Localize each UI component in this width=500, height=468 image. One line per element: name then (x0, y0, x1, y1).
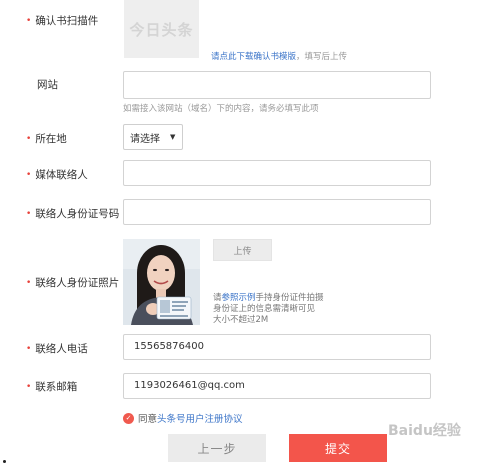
user-agreement-link[interactable]: 头条号用户注册协议 (157, 414, 243, 425)
prev-step-button[interactable]: 上一步 (168, 434, 266, 462)
location-select-value: 请选择 (130, 133, 160, 145)
label-contact-id-number: • 联络人身份证号码 (26, 208, 120, 220)
required-mark: • (26, 278, 32, 288)
label-media-contact: • 媒体联络人 (26, 169, 88, 181)
required-mark: • (26, 16, 32, 26)
media-contact-input[interactable] (123, 160, 431, 186)
label-contact-id-photo: • 联络人身份证照片 (26, 277, 120, 289)
required-mark: • (26, 170, 32, 180)
required-mark: • (26, 344, 32, 354)
required-mark: • (26, 209, 32, 219)
upload-id-photo-button[interactable]: 上传 (213, 239, 272, 261)
label-website: 网站 (37, 79, 58, 91)
stray-dot (3, 460, 6, 463)
contact-id-number-input[interactable] (123, 199, 431, 225)
agreement-row: ✓ 同意头条号用户注册协议 (123, 411, 243, 425)
label-contact-email: • 联系邮箱 (26, 381, 78, 393)
label-location: • 所在地 (26, 133, 67, 145)
required-mark: • (26, 382, 32, 392)
download-template-hint: 请点此下载确认书模版，填写后上传 (211, 52, 348, 62)
label-authorization-scan: • 确认书扫描件 (26, 15, 99, 27)
reference-example-link[interactable]: 参照示例 (222, 293, 256, 303)
contact-phone-input[interactable]: 15565876400 (123, 334, 431, 360)
website-input[interactable] (123, 71, 431, 99)
agreement-checkbox[interactable]: ✓ (123, 412, 134, 424)
id-photo-example-image (123, 239, 200, 325)
submit-button[interactable]: 提交 (289, 434, 387, 462)
location-select[interactable]: 请选择 ▼ (123, 124, 183, 150)
label-contact-phone: • 联络人电话 (26, 343, 88, 355)
caret-down-icon: ▼ (170, 133, 176, 141)
person-holding-id-illustration (123, 239, 200, 325)
id-photo-hint: 请参照示例手持身份证件拍摄 身份证上的信息需清晰可见 大小不超过2M (213, 293, 324, 325)
contact-email-input[interactable]: 1193026461@qq.com (123, 373, 431, 399)
agreement-text: 同意头条号用户注册协议 (138, 414, 243, 425)
toutiao-logo-placeholder: 今日头条 (129, 20, 194, 39)
baidu-jingyan-watermark: Baidu经验 (388, 423, 461, 439)
website-hint: 如需接入该网站（域名）下的内容，请务必填写此项 (123, 104, 319, 114)
download-template-link[interactable]: 请点此下载确认书模版 (211, 52, 296, 62)
authorization-scan-upload[interactable]: 今日头条 (124, 0, 199, 58)
required-mark: • (26, 134, 32, 144)
